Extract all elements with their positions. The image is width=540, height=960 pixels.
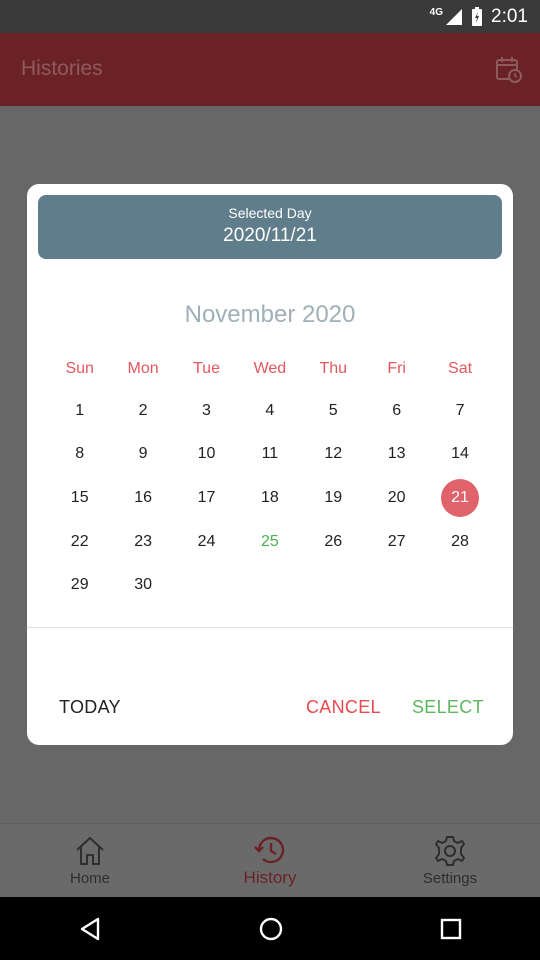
month-title[interactable]: November 2020	[27, 301, 513, 329]
calendar-day[interactable]: 18	[238, 476, 301, 520]
calendar-day[interactable]: 5	[302, 389, 365, 433]
back-icon[interactable]	[77, 916, 103, 942]
calendar-empty-cell	[175, 563, 238, 607]
calendar-day[interactable]: 12	[302, 433, 365, 477]
nav-settings-label: Settings	[422, 870, 478, 887]
select-button[interactable]: SELECT	[412, 697, 484, 718]
weekday-sun: Sun	[65, 360, 94, 377]
nav-history-label: History	[243, 867, 297, 887]
selected-day-circle: 21	[441, 478, 480, 517]
weekday-tue: Tue	[192, 360, 220, 377]
calendar-empty-cell	[238, 563, 301, 607]
app-bar: Histories	[0, 33, 540, 106]
calendar-day[interactable]: 24	[175, 520, 238, 564]
calendar-day[interactable]: 15	[48, 476, 111, 520]
divider	[27, 627, 513, 628]
calendar-empty-cell	[365, 563, 428, 607]
calendar-empty-cell	[428, 563, 491, 607]
calendar-day[interactable]: 30	[111, 563, 174, 607]
weekday-sat: Sat	[448, 360, 473, 377]
calendar-day[interactable]: 21	[428, 476, 491, 520]
calendar-day[interactable]: 4	[238, 389, 301, 433]
calendar-clock-icon[interactable]	[494, 55, 522, 83]
bottom-nav: Home History Settings	[0, 823, 540, 897]
calendar-day[interactable]: 23	[111, 520, 174, 564]
calendar-day[interactable]: 16	[111, 476, 174, 520]
clock: 2:01	[491, 5, 528, 27]
weekday-thu: Thu	[319, 360, 348, 377]
weekday-mon: Mon	[127, 360, 159, 377]
calendar-day[interactable]: 8	[48, 433, 111, 477]
calendar-day[interactable]: 2	[111, 389, 174, 433]
calendar-day-grid: 1 2 3 4 5 6 7 8 9 10 11 12 13 14 15 16 17 18 19 20 21 22 23 24 2…	[48, 389, 492, 607]
page-title: Histories	[21, 57, 103, 80]
home-circle-icon[interactable]	[258, 916, 284, 942]
history-icon	[254, 836, 285, 863]
calendar-week-row: 15 16 17 18 19 20 21	[48, 476, 492, 520]
selected-day-header: Selected Day 2020/11/21	[38, 195, 502, 259]
weekday-wed: Wed	[253, 360, 287, 377]
calendar-week-row: 29 30	[48, 563, 492, 607]
calendar-day[interactable]: 3	[175, 389, 238, 433]
calendar-week-row: 22 23 24 25 26 27 28	[48, 520, 492, 564]
today-button[interactable]: TODAY	[59, 697, 121, 718]
date-picker-dialog: Selected Day 2020/11/21 November 2020 Su…	[27, 184, 513, 745]
signal-icon	[446, 8, 463, 25]
calendar-day[interactable]: 6	[365, 389, 428, 433]
calendar-day[interactable]: 13	[365, 433, 428, 477]
battery-icon	[472, 6, 483, 26]
weekday-header: Sun Mon Tue Wed Thu Fri Sat	[48, 360, 492, 378]
calendar-day[interactable]: 11	[238, 433, 301, 477]
nav-settings[interactable]: Settings	[360, 824, 540, 897]
calendar-day[interactable]: 28	[428, 520, 491, 564]
nav-home[interactable]: Home	[0, 824, 180, 897]
calendar-day[interactable]: 17	[175, 476, 238, 520]
calendar-day[interactable]: 29	[48, 563, 111, 607]
calendar-day[interactable]: 22	[48, 520, 111, 564]
selected-date-value: 2020/11/21	[223, 225, 317, 246]
calendar-day[interactable]: 7	[428, 389, 491, 433]
network-type: 4G	[429, 7, 444, 18]
calendar-week-row: 1234567	[48, 389, 492, 433]
calendar-day[interactable]: 20	[365, 476, 428, 520]
weekday-fri: Fri	[387, 360, 406, 377]
nav-home-label: Home	[69, 870, 110, 887]
cancel-button[interactable]: CANCEL	[306, 697, 381, 718]
status-bar: 4G 2:01	[0, 0, 540, 33]
system-nav-bar	[0, 897, 540, 960]
selected-day-label: Selected Day	[228, 205, 312, 221]
gear-icon	[435, 836, 465, 866]
calendar-day[interactable]: 26	[302, 520, 365, 564]
nav-history[interactable]: History	[180, 824, 360, 897]
calendar-day[interactable]: 9	[111, 433, 174, 477]
calendar-day[interactable]: 19	[302, 476, 365, 520]
calendar-week-row: 8 9 10 11 12 13 14	[48, 433, 492, 477]
recents-icon[interactable]	[439, 917, 463, 941]
home-icon	[76, 837, 104, 865]
calendar-day[interactable]: 1	[48, 389, 111, 433]
calendar-empty-cell	[302, 563, 365, 607]
calendar-day[interactable]: 14	[428, 433, 491, 477]
calendar-day[interactable]: 10	[175, 433, 238, 477]
calendar-day[interactable]: 27	[365, 520, 428, 564]
calendar-day[interactable]: 25	[238, 520, 301, 564]
